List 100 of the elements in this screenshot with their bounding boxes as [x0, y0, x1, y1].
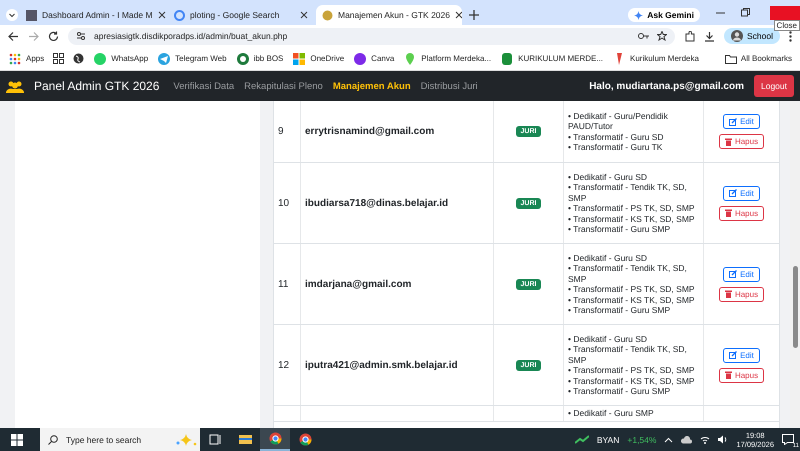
taskbar-search-field[interactable]: Type here to search	[40, 428, 200, 451]
stock-change: +1,54%	[627, 434, 656, 444]
speaker-icon	[718, 435, 728, 444]
edit-button[interactable]: Edit	[723, 186, 760, 200]
avatar-icon	[731, 30, 743, 42]
browser-tab[interactable]: Dashboard Admin - I Made M	[20, 5, 166, 25]
bookmark-link[interactable]: ibb BOS	[236, 52, 284, 66]
favicon-icon	[26, 10, 37, 20]
reload-icon	[48, 30, 59, 42]
trash-icon	[724, 371, 732, 379]
browser-tab[interactable]: ploting - Google Search	[168, 5, 314, 25]
star-icon	[657, 31, 667, 41]
close-icon	[454, 11, 462, 19]
trash-icon	[724, 209, 732, 217]
edit-button[interactable]: Edit	[723, 266, 760, 282]
row-number: 9	[278, 126, 284, 137]
close-window-button[interactable]	[770, 6, 800, 20]
category-item: • Transformatif - Guru SMP	[568, 224, 670, 234]
key-icon	[638, 32, 649, 40]
delete-button[interactable]: Hapus	[718, 368, 764, 382]
address-bar[interactable]: apresiasigtk.disdikporadps.id/admin/buat_akun.php	[68, 28, 675, 44]
bookmark-link[interactable]: OneDrive	[292, 52, 344, 66]
category-item: • Dedikatif - Guru SD	[568, 252, 648, 263]
logout-button[interactable]: Logout	[754, 75, 794, 97]
edit-button[interactable]: Edit	[723, 114, 760, 129]
trash-icon	[724, 138, 732, 146]
back-icon	[8, 30, 19, 42]
all-bookmarks-link[interactable]: All Bookmarks	[724, 54, 792, 64]
edit-button[interactable]: Edit	[723, 348, 760, 362]
row-number: 10	[278, 198, 290, 208]
search-input[interactable]: Type here to search	[64, 434, 168, 446]
category-item: • Transformatif - PS TK, SD, SMP	[568, 203, 695, 214]
close-icon	[158, 11, 166, 19]
browser-tab[interactable]: Manajemen Akun - GTK 2026	[316, 5, 462, 25]
category-item: • Dedikatif - Guru SD	[568, 334, 648, 344]
search-icon	[48, 434, 58, 444]
brand-title[interactable]: Panel Admin GTK 2026	[34, 79, 160, 93]
bookmark-link[interactable]: Apps	[8, 52, 44, 66]
greeting-text: Halo, mudiartana.ps@gmail.com	[589, 80, 744, 92]
bookmark-icon	[292, 52, 306, 66]
email-text: errytrisnamind@gmail.com	[305, 126, 434, 137]
tab-list-icon	[6, 9, 18, 21]
scrollbar-thumb[interactable]	[792, 266, 798, 348]
favicon-icon	[322, 10, 333, 20]
stock-symbol: BYAN	[596, 434, 620, 444]
delete-button[interactable]: Hapus	[718, 286, 764, 302]
bookmark-link[interactable]: Canva	[353, 52, 394, 66]
row-number: 11	[278, 278, 288, 290]
notification-icon	[782, 434, 794, 444]
category-item: • Transformatif - Tendik TK, SD, SMP	[568, 344, 688, 365]
favicon-icon	[174, 10, 185, 20]
bookmark-icon	[93, 52, 108, 66]
bookmark-link[interactable]: Telegram Web	[157, 52, 227, 66]
category-item: • Transformatif - KS TK, SD, SMP	[568, 376, 695, 386]
wifi-icon	[700, 435, 710, 444]
chrome-icon	[298, 433, 312, 446]
bookmark-link[interactable]: Platform Merdeka...	[403, 52, 492, 66]
email-text: iputra421@admin.smk.belajar.id	[305, 360, 458, 370]
profile-button[interactable]: School	[724, 28, 780, 44]
bookmark-icon	[236, 52, 250, 66]
category-item: • Dedikatif - Guru SMP	[568, 408, 654, 418]
category-item: • Transformatif - Guru TK	[568, 142, 662, 152]
nav-link[interactable]: Rekapitulasi Pleno	[244, 80, 323, 92]
category-item: • Transformatif - Guru SD	[568, 132, 664, 142]
nav-link[interactable]: Verifikasi Data	[173, 80, 234, 92]
email-text: ibudiarsa718@dinas.belajar.id	[305, 198, 448, 208]
trash-icon	[724, 290, 732, 298]
edit-icon	[729, 351, 738, 359]
ask-gemini-button[interactable]: Ask Gemini	[628, 8, 700, 22]
sparkle-icon	[634, 10, 644, 20]
nav-link[interactable]: Distribusi Juri	[420, 80, 478, 92]
category-item: • Transformatif - Tendik TK, SD, SMP	[568, 263, 688, 284]
windows-start-icon	[11, 434, 23, 446]
bookmark-link[interactable]: WhatsApp	[93, 52, 148, 66]
bookmark-icon	[500, 52, 514, 66]
close-icon	[300, 11, 308, 19]
site-settings-icon	[76, 31, 86, 41]
menu-icon	[789, 30, 792, 42]
category-item: • Transformatif - PS TK, SD, SMP	[568, 284, 695, 294]
edit-icon	[729, 270, 738, 278]
row-number: 12	[278, 360, 290, 370]
bookmark-icon	[157, 52, 172, 66]
bookmark-link[interactable]: KURIKULUM MERDE...	[500, 52, 604, 66]
category-item: • Transformatif - Guru SMP	[568, 305, 670, 316]
task-view-icon	[208, 433, 222, 446]
category-item: • Dedikatif - Guru/Pendidik PAUD/Tutor	[568, 110, 669, 132]
globe-icon	[73, 53, 84, 64]
cloud-icon	[681, 436, 692, 444]
chevron-up-icon	[664, 436, 674, 442]
delete-button[interactable]: Hapus	[718, 206, 764, 220]
delete-button[interactable]: Hapus	[718, 134, 764, 149]
edit-icon	[729, 118, 738, 126]
tab-groups-icon	[53, 53, 64, 64]
folder-icon	[724, 54, 737, 64]
category-item: • Transformatif - KS TK, SD, SMP	[568, 214, 695, 224]
nav-link[interactable]: Manajemen Akun	[332, 80, 411, 92]
taskbar-app-button[interactable]	[260, 428, 290, 451]
bookmark-icon	[353, 52, 368, 66]
bookmark-link[interactable]: Kurikulum Merdeka	[612, 52, 699, 66]
category-item: • Transformatif - Guru SMP	[568, 386, 670, 396]
